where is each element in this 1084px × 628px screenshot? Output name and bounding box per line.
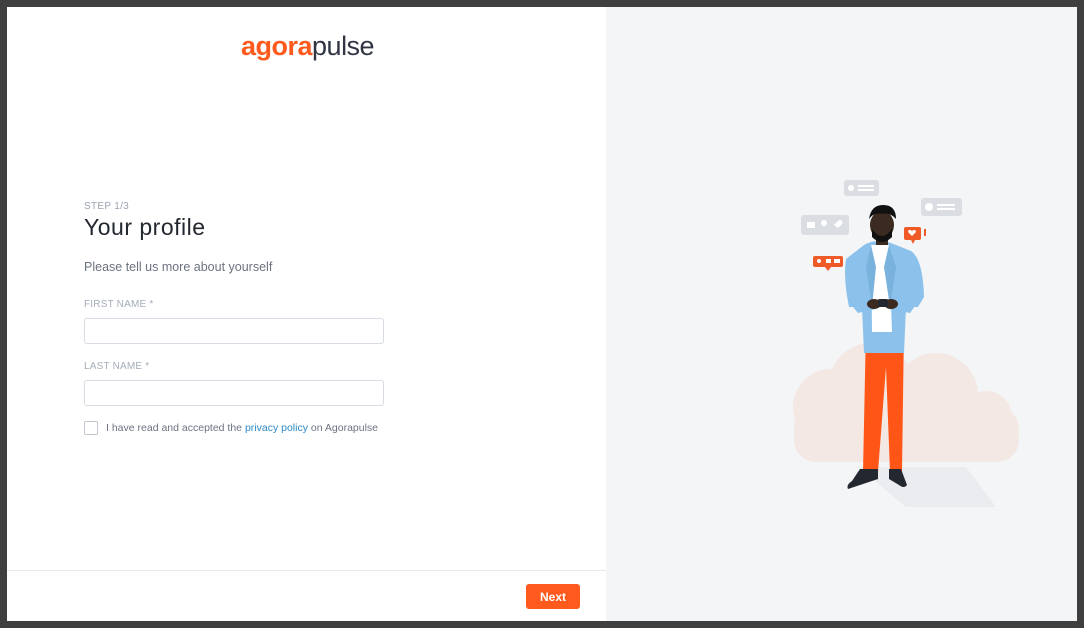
first-name-field[interactable] bbox=[84, 318, 384, 344]
person-with-phone-illustration bbox=[793, 180, 1019, 507]
comment-bubble bbox=[921, 198, 962, 216]
social-notification-badge bbox=[813, 256, 843, 271]
friends-like-bubble bbox=[801, 215, 849, 235]
ground-shadow bbox=[858, 467, 996, 507]
consent-prefix: I have read and accepted the bbox=[106, 422, 245, 434]
app-window: agorapulse STEP 1/3 Your profile Please … bbox=[7, 7, 1077, 621]
next-button[interactable]: Next bbox=[526, 584, 580, 609]
last-name-field[interactable] bbox=[84, 380, 384, 406]
agorapulse-logo: agorapulse bbox=[241, 31, 375, 62]
cloud-shape bbox=[793, 343, 1019, 462]
footer-divider bbox=[7, 570, 606, 571]
first-name-label: FIRST NAME * bbox=[84, 299, 154, 310]
step-indicator: STEP 1/3 bbox=[84, 201, 130, 212]
profile-card-bubble bbox=[844, 180, 879, 196]
logo-part-pulse: pulse bbox=[312, 31, 375, 61]
privacy-consent-row: I have read and accepted the privacy pol… bbox=[84, 421, 378, 435]
signup-panel: agorapulse STEP 1/3 Your profile Please … bbox=[7, 7, 606, 621]
privacy-consent-text: I have read and accepted the privacy pol… bbox=[106, 422, 378, 434]
consent-suffix: on Agorapulse bbox=[307, 422, 379, 434]
last-name-label: LAST NAME * bbox=[84, 361, 150, 372]
heart-notification-badge bbox=[904, 227, 926, 244]
privacy-policy-link[interactable]: privacy policy bbox=[245, 422, 308, 434]
logo-part-agora: agora bbox=[241, 31, 313, 61]
privacy-consent-checkbox[interactable] bbox=[84, 421, 98, 435]
illustration-panel bbox=[606, 7, 1077, 621]
page-subtitle: Please tell us more about yourself bbox=[84, 260, 273, 274]
page-title: Your profile bbox=[84, 214, 206, 240]
